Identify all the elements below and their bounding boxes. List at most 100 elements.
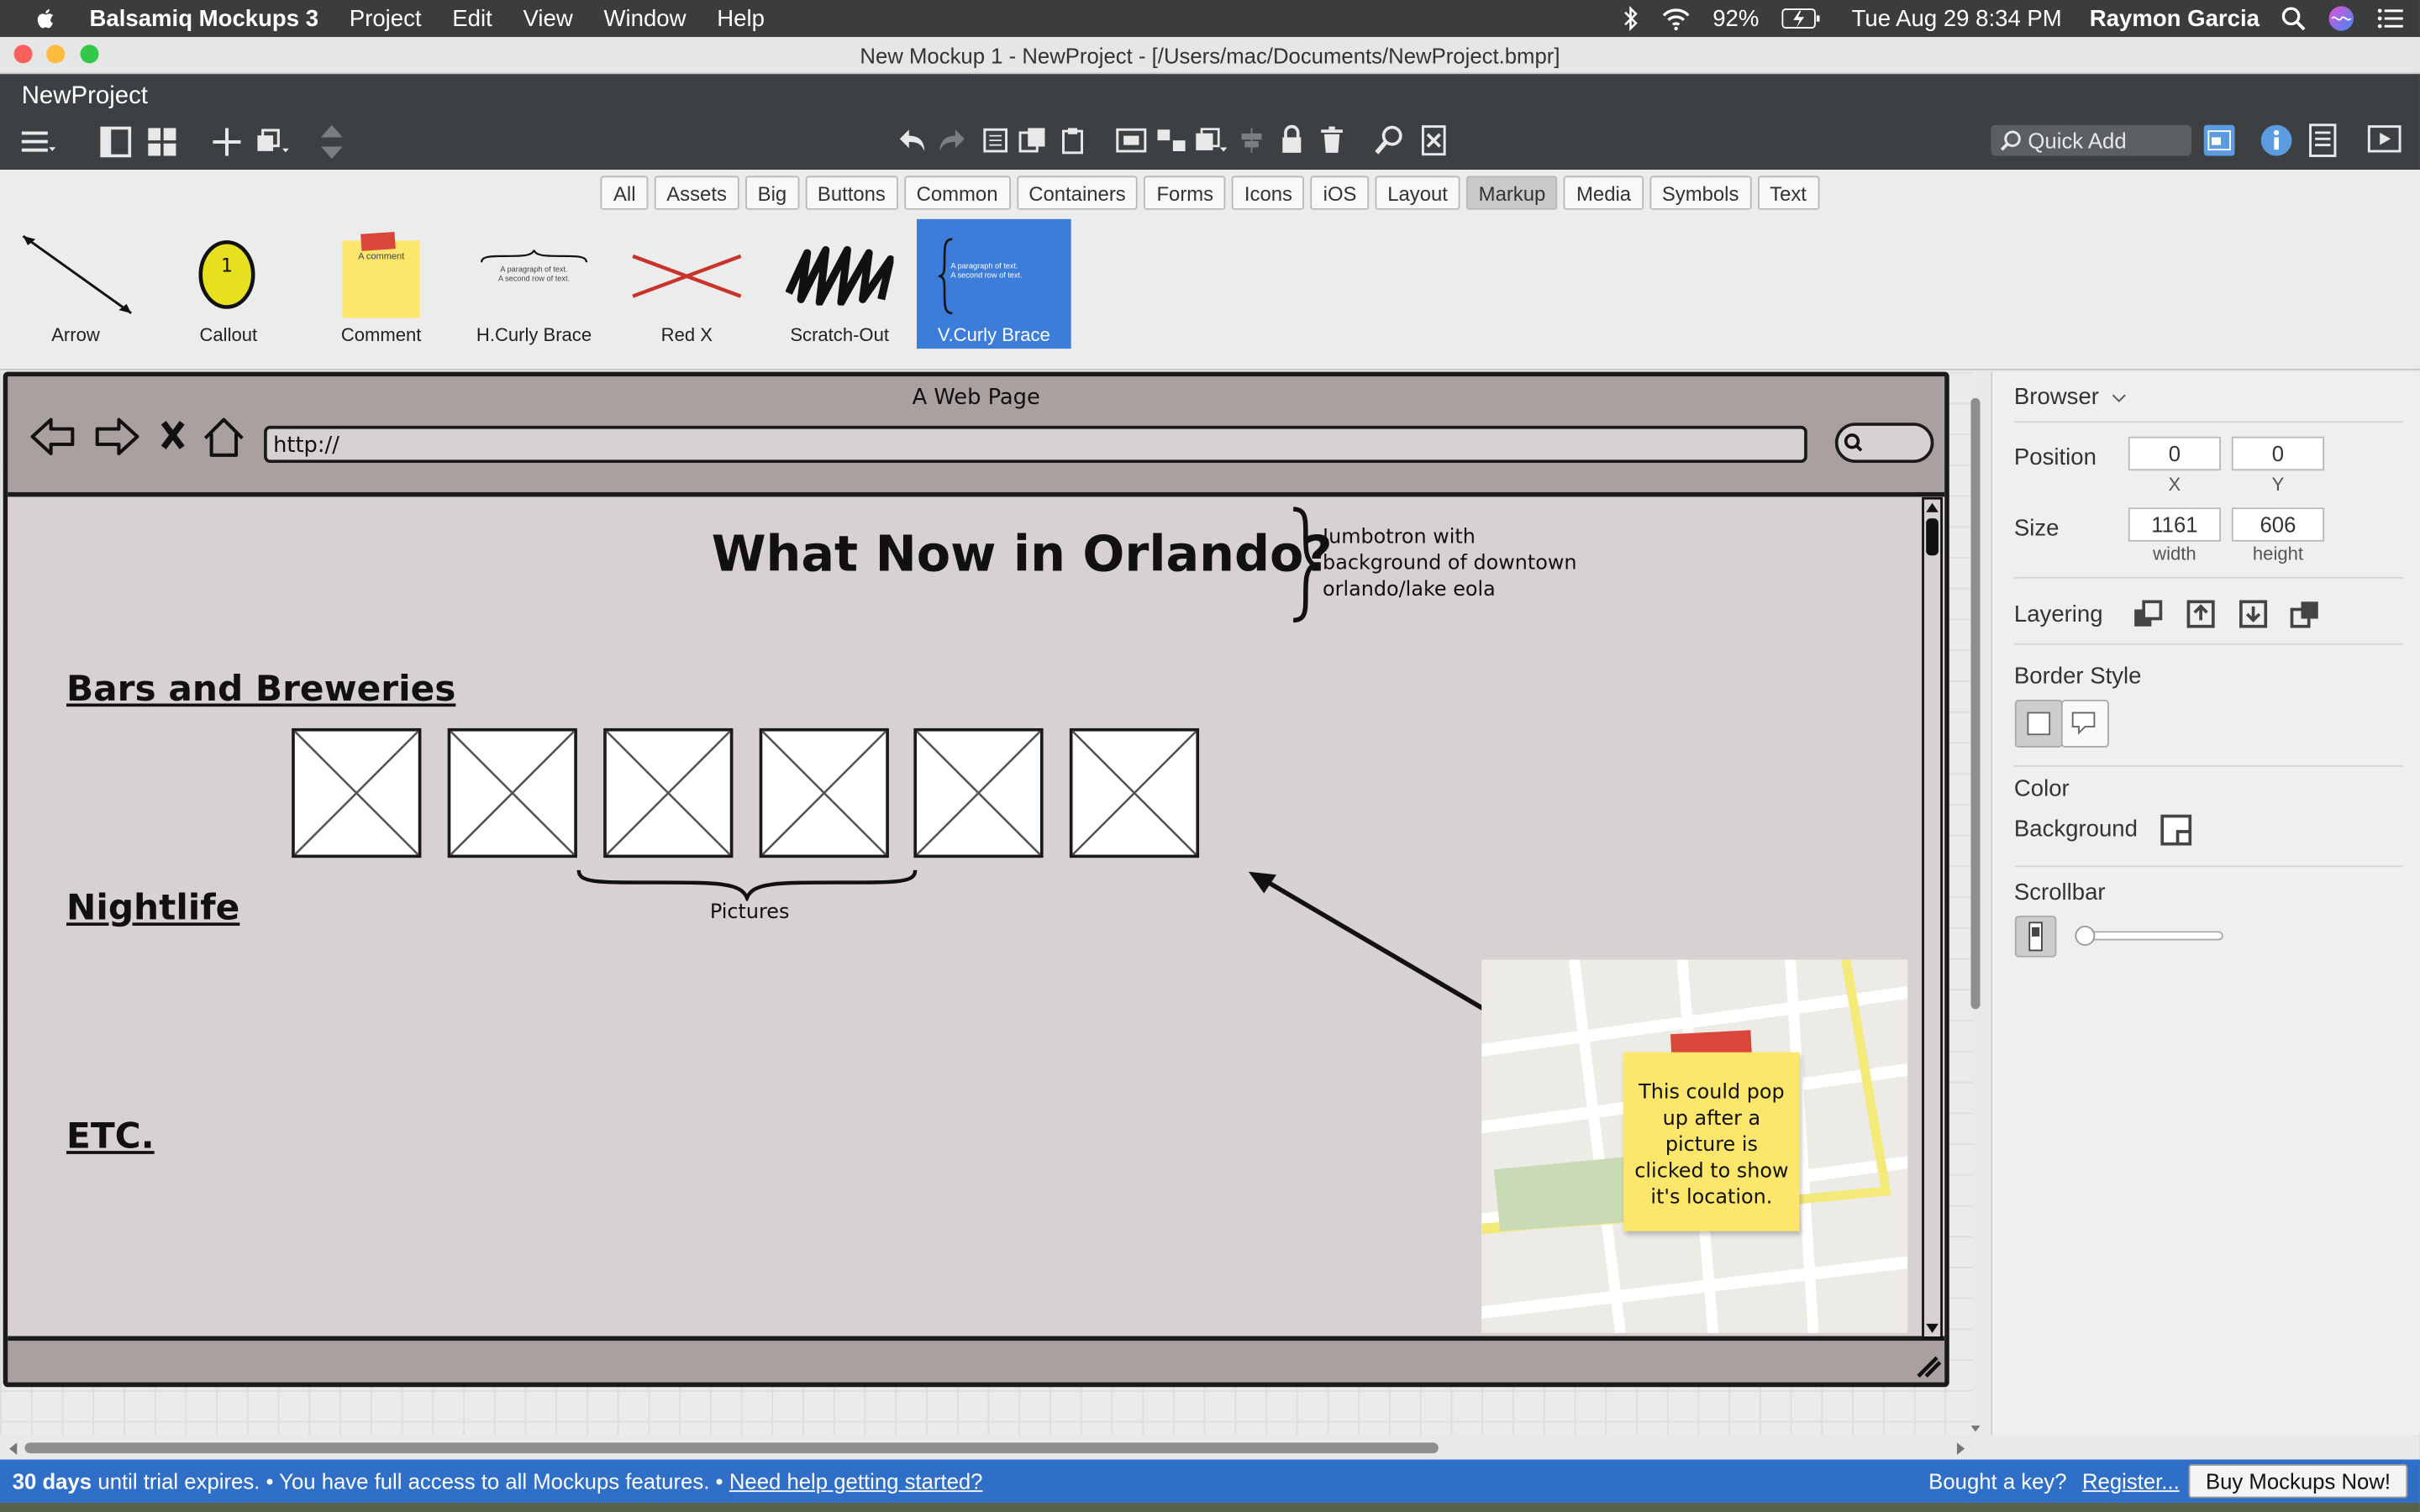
sticky-note[interactable]: This could pop up after a picture is cli… [1623,1052,1800,1231]
copy-icon[interactable] [1016,127,1050,155]
quick-add-input[interactable]: Quick Add [1991,124,2192,156]
component-type-dropdown[interactable]: Browser [2014,384,2127,411]
clock[interactable]: Tue Aug 29 8:34 PM [1852,5,2062,31]
user-name[interactable]: Raymon Garcia [2090,5,2260,31]
undo-icon[interactable] [895,127,929,155]
library-item-v-curly-brace[interactable]: A paragraph of text. A second row of tex… [916,218,1071,349]
tab-media[interactable]: Media [1564,176,1644,210]
menu-edit[interactable]: Edit [437,5,508,31]
pictures-label[interactable]: Pictures [710,901,790,925]
section-bars-breweries[interactable]: Bars and Breweries [66,669,455,710]
tab-buttons[interactable]: Buttons [805,176,898,210]
scrollbar-controls[interactable] [2014,915,2246,958]
project-name[interactable]: NewProject [22,83,148,111]
delete-icon[interactable] [1315,125,1349,156]
image-placeholder[interactable] [292,727,422,858]
duplicate-icon[interactable] [256,127,290,158]
ungroup-icon[interactable] [1155,127,1188,155]
page-headline[interactable]: What Now in Orlando? [712,524,1333,583]
help-link[interactable]: Need help getting started? [729,1469,983,1494]
tab-all[interactable]: All [601,176,649,210]
image-placeholder[interactable] [1069,727,1200,858]
section-nightlife[interactable]: Nightlife [66,889,239,929]
tab-common[interactable]: Common [903,176,1011,210]
app-menu[interactable]: Balsamiq Mockups 3 [74,5,334,31]
send-backward-icon[interactable] [2236,597,2270,631]
wifi-icon[interactable] [1660,7,1691,30]
browser-search-field[interactable] [1834,423,1934,464]
reorder-icon[interactable] [315,123,349,160]
height-field[interactable]: 606 [2231,507,2325,542]
hamburger-menu-icon[interactable] [21,127,56,158]
navigator-icon[interactable] [2202,123,2236,157]
arrange-icon[interactable] [1195,127,1228,155]
add-icon[interactable] [210,127,244,158]
menu-help[interactable]: Help [702,5,780,31]
image-placeholder[interactable] [603,727,734,858]
tab-text[interactable]: Text [1757,176,1819,210]
library-item-arrow[interactable]: Arrow [0,219,151,345]
siri-icon[interactable] [2328,5,2355,33]
redo-icon[interactable] [935,127,969,155]
canvas-vertical-scrollbar[interactable] [1970,386,1982,1435]
border-style-toggle[interactable] [2014,699,2110,748]
h-curly-brace-icon[interactable] [576,867,918,901]
position-x-field[interactable]: 0 [2128,436,2222,471]
lock-icon[interactable] [1275,124,1308,156]
menu-view[interactable]: View [508,5,588,31]
tab-layout[interactable]: Layout [1375,176,1460,210]
image-placeholder[interactable] [759,727,889,858]
single-pane-icon[interactable] [99,126,133,158]
align-icon[interactable] [1234,127,1268,155]
canvas-horizontal-scrollbar[interactable] [0,1438,1972,1460]
apple-icon[interactable] [34,6,58,30]
section-etc[interactable]: ETC. [66,1117,155,1158]
library-item-h-curly-brace[interactable]: A paragraph of text. A second row of tex… [458,219,609,345]
jumbotron-note[interactable]: Jumbotron with background of downtown or… [1323,524,1601,603]
url-field[interactable]: http:// [264,425,1807,464]
library-item-scratch-out[interactable]: Scratch-Out [764,219,915,345]
library-item-red-x[interactable]: Red X [611,219,762,345]
battery-charging-icon[interactable] [1781,8,1821,29]
image-placeholder[interactable] [913,727,1044,858]
grid-view-icon[interactable] [145,127,179,158]
resize-grip-icon[interactable] [1915,1355,1943,1379]
image-placeholder[interactable] [447,727,577,858]
tab-forms[interactable]: Forms [1144,176,1226,210]
tab-big[interactable]: Big [744,176,799,210]
tab-assets[interactable]: Assets [654,176,739,210]
tab-ios[interactable]: iOS [1310,176,1370,210]
notification-center-icon[interactable] [2377,8,2405,29]
tab-containers[interactable]: Containers [1016,176,1139,210]
browser-mockup[interactable]: A Web Page http:// What Now in Orlando? … [3,371,1949,1388]
paste-icon[interactable] [1055,127,1089,155]
background-color-swatch[interactable] [2160,813,2193,847]
presentation-icon[interactable] [2367,123,2402,157]
group-icon[interactable] [1114,127,1148,155]
register-link[interactable]: Register... [2082,1469,2180,1494]
width-field[interactable]: 1161 [2128,507,2222,542]
bring-forward-icon[interactable] [2184,597,2217,631]
info-icon[interactable] [2260,123,2293,157]
tab-markup[interactable]: Markup [1465,176,1559,210]
library-item-callout[interactable]: 1 Callout [153,219,304,345]
menu-project[interactable]: Project [334,5,436,31]
properties-panel-icon[interactable] [2306,123,2339,157]
send-to-back-icon[interactable] [2289,597,2323,631]
tab-icons[interactable]: Icons [1232,176,1305,210]
bluetooth-icon[interactable] [1623,6,1639,31]
tab-symbols[interactable]: Symbols [1649,176,1752,210]
library-item-comment[interactable]: A comment Comment [306,219,457,345]
cut-icon[interactable] [978,127,1012,155]
find-icon[interactable] [1374,125,1407,156]
close-document-icon[interactable] [1417,125,1450,156]
spotlight-search-icon[interactable] [2281,6,2306,31]
v-curly-brace-icon[interactable] [1289,506,1317,623]
browser-scrollbar[interactable] [1922,496,1944,1339]
menu-window[interactable]: Window [588,5,702,31]
position-y-field[interactable]: 0 [2231,436,2325,471]
browser-nav-icons [30,417,244,457]
bring-to-front-icon[interactable] [2131,597,2165,631]
buy-button[interactable]: Buy Mockups Now! [2188,1464,2408,1499]
window-title-bar[interactable]: New Mockup 1 - NewProject - [/Users/mac/… [0,37,2420,75]
